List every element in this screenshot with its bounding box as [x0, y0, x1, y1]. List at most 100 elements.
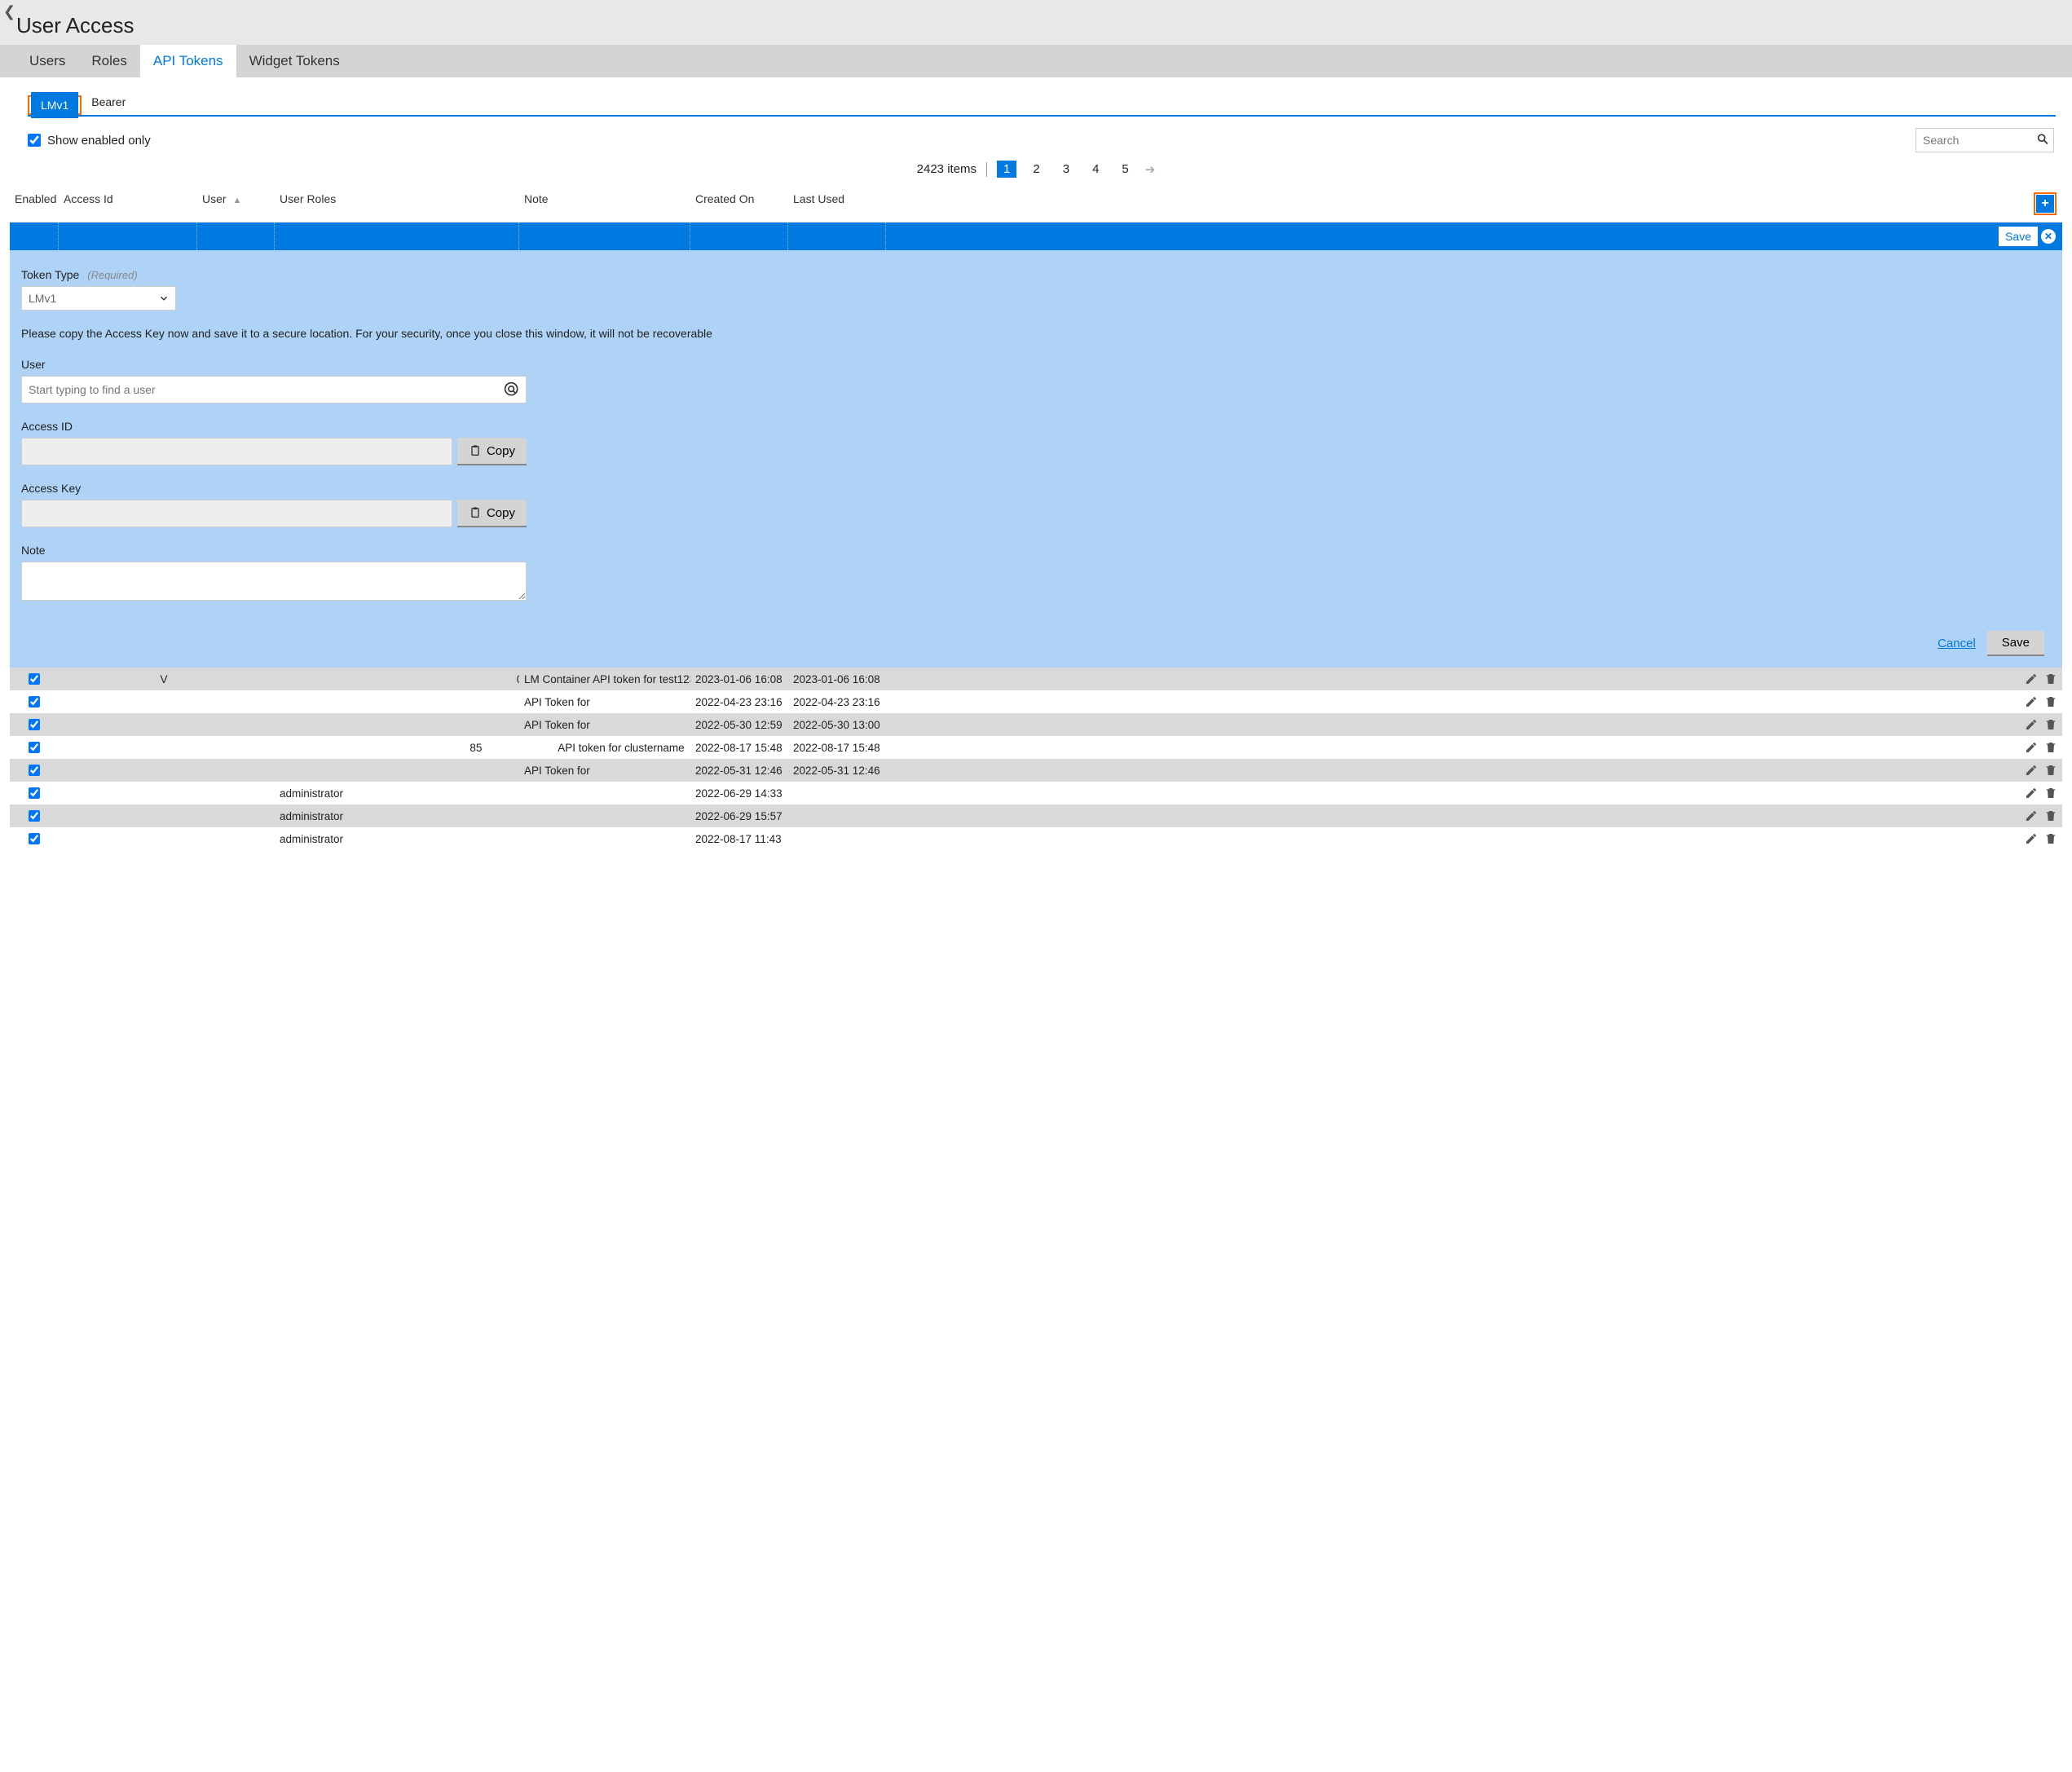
cell-note: ████ API token for clustername — [519, 742, 690, 754]
subtab-lmv1[interactable]: LMv1 — [31, 92, 78, 118]
tab-widget-tokens[interactable]: Widget Tokens — [236, 45, 353, 77]
table-row: ████████████████████administrator2022-06… — [10, 782, 2062, 804]
col-note[interactable]: Note — [519, 186, 690, 222]
cell-created: 2022-05-30 12:59 — [690, 719, 788, 731]
user-label: User — [21, 358, 2051, 371]
cell-used: 2023-01-06 16:08 — [788, 673, 886, 685]
page-4[interactable]: 4 — [1086, 161, 1105, 178]
enabled-only-checkbox-wrap[interactable]: Show enabled only — [28, 134, 151, 148]
tab-roles[interactable]: Roles — [78, 45, 139, 77]
page-2[interactable]: 2 — [1026, 161, 1046, 178]
cell-user: ████████ — [197, 810, 275, 822]
clipboard-icon — [469, 444, 482, 457]
row-enabled-checkbox[interactable] — [29, 742, 40, 753]
cell-used: 2022-05-30 13:00 — [788, 719, 886, 731]
delete-icon[interactable] — [2044, 764, 2057, 777]
cell-note: API Token for ██████ — [519, 765, 690, 777]
copy-access-id-button[interactable]: Copy — [457, 438, 527, 465]
info-text: Please copy the Access Key now and save … — [21, 327, 2051, 340]
edit-icon[interactable] — [2025, 809, 2038, 822]
cell-used: 2022-04-23 23:16 — [788, 696, 886, 708]
cell-user: ████████ — [197, 742, 275, 754]
clipboard-icon — [469, 506, 482, 519]
page-1[interactable]: 1 — [997, 161, 1016, 178]
access-id-label: Access ID — [21, 420, 2051, 433]
col-last-used[interactable]: Last Used — [788, 186, 886, 222]
row-enabled-checkbox[interactable] — [29, 787, 40, 799]
page-next-icon[interactable]: ➔ — [1145, 162, 1156, 177]
collapse-icon[interactable]: ❮ — [3, 3, 15, 20]
inline-save-button[interactable]: Save — [1999, 227, 2038, 246]
delete-icon[interactable] — [2044, 718, 2057, 731]
search-icon[interactable] — [2036, 133, 2049, 148]
col-user-roles[interactable]: User Roles — [275, 186, 519, 222]
note-textarea[interactable] — [21, 562, 527, 601]
col-access-id[interactable]: Access Id — [59, 186, 197, 222]
cell-user: ████████ — [197, 696, 275, 708]
delete-icon[interactable] — [2044, 672, 2057, 685]
cell-access-id: ████████████ — [59, 719, 197, 731]
search-input[interactable] — [1915, 128, 2054, 152]
col-enabled[interactable]: Enabled — [10, 186, 59, 222]
edit-icon[interactable] — [2025, 787, 2038, 800]
table-row: ████████████████████████████████████████… — [10, 736, 2062, 759]
access-key-field[interactable] — [21, 500, 452, 527]
cell-roles: ██████████████████████████ — [275, 719, 519, 731]
copy-access-key-button[interactable]: Copy — [457, 500, 527, 527]
row-enabled-checkbox[interactable] — [29, 765, 40, 776]
cell-created: 2022-06-29 14:33 — [690, 787, 788, 800]
edit-icon[interactable] — [2025, 764, 2038, 777]
save-button[interactable]: Save — [1987, 631, 2044, 656]
col-created-on[interactable]: Created On — [690, 186, 788, 222]
add-token-button[interactable]: + — [2036, 195, 2054, 213]
subtab-bearer[interactable]: Bearer — [82, 89, 135, 115]
tab-api-tokens[interactable]: API Tokens — [140, 45, 236, 77]
edit-icon[interactable] — [2025, 741, 2038, 754]
row-enabled-checkbox[interactable] — [29, 719, 40, 730]
cancel-button[interactable]: Cancel — [1938, 631, 1976, 656]
user-input[interactable] — [21, 376, 527, 403]
row-enabled-checkbox[interactable] — [29, 833, 40, 844]
delete-icon[interactable] — [2044, 741, 2057, 754]
cell-created: 2022-04-23 23:16 — [690, 696, 788, 708]
page-3[interactable]: 3 — [1056, 161, 1076, 178]
edit-icon[interactable] — [2025, 695, 2038, 708]
edit-icon[interactable] — [2025, 718, 2038, 731]
cell-created: 2022-05-31 12:46 — [690, 765, 788, 777]
user-search-icon[interactable] — [504, 381, 520, 398]
cell-created: 2022-08-17 11:43 — [690, 833, 788, 845]
row-enabled-checkbox[interactable] — [29, 810, 40, 822]
note-label: Note — [21, 544, 2051, 557]
cell-note: LM Container API token for test123 — [519, 673, 690, 685]
col-user[interactable]: User ▲ — [197, 186, 275, 222]
delete-icon[interactable] — [2044, 787, 2057, 800]
cell-access-id: ████████████ — [59, 787, 197, 800]
enabled-only-checkbox[interactable] — [28, 134, 41, 147]
inline-close-icon[interactable]: ✕ — [2041, 229, 2056, 244]
cell-access-id: ████████████ — [59, 810, 197, 822]
cell-used: 2022-05-31 12:46 — [788, 765, 886, 777]
delete-icon[interactable] — [2044, 809, 2057, 822]
row-enabled-checkbox[interactable] — [29, 673, 40, 685]
table-row: ████████████████████████████████████████… — [10, 759, 2062, 782]
row-enabled-checkbox[interactable] — [29, 696, 40, 707]
cell-used: 2022-08-17 15:48 — [788, 742, 886, 754]
delete-icon[interactable] — [2044, 832, 2057, 845]
delete-icon[interactable] — [2044, 695, 2057, 708]
page-5[interactable]: 5 — [1115, 161, 1135, 178]
token-type-select[interactable]: LMv1 — [21, 286, 176, 311]
table-row: ████████████ V██████████████████████████… — [10, 668, 2062, 690]
page-title: User Access — [16, 0, 2056, 45]
edit-icon[interactable] — [2025, 832, 2038, 845]
cell-access-id: ████████████ — [59, 765, 197, 777]
token-form: Token Type (Required) LMv1 Please copy t… — [10, 250, 2062, 668]
table-row: ████████████████████administrator2022-08… — [10, 827, 2062, 850]
table-row: ████████████████████████████████████████… — [10, 690, 2062, 713]
cell-access-id: ████████████ V — [59, 673, 197, 685]
edit-icon[interactable] — [2025, 672, 2038, 685]
cell-note: API Token for ████ — [519, 696, 690, 708]
items-count: 2423 items — [917, 162, 976, 176]
enabled-only-label: Show enabled only — [47, 134, 151, 148]
tab-users[interactable]: Users — [16, 45, 78, 77]
access-id-field[interactable] — [21, 438, 452, 465]
